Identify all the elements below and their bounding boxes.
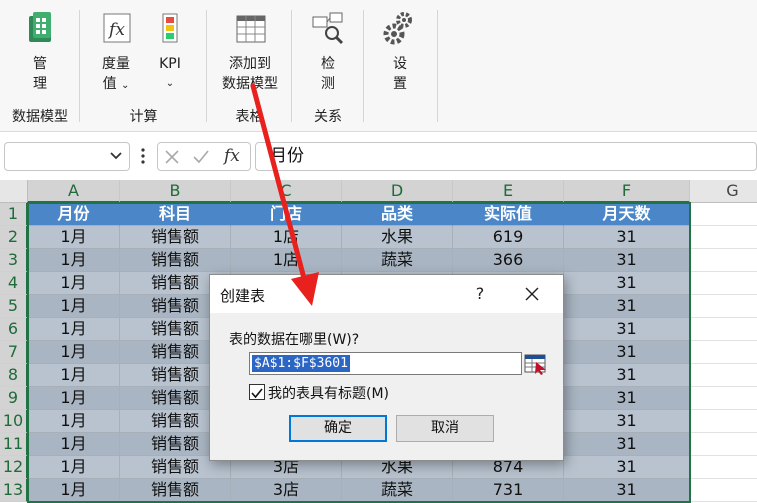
annotation-arrow-icon bbox=[250, 83, 319, 306]
